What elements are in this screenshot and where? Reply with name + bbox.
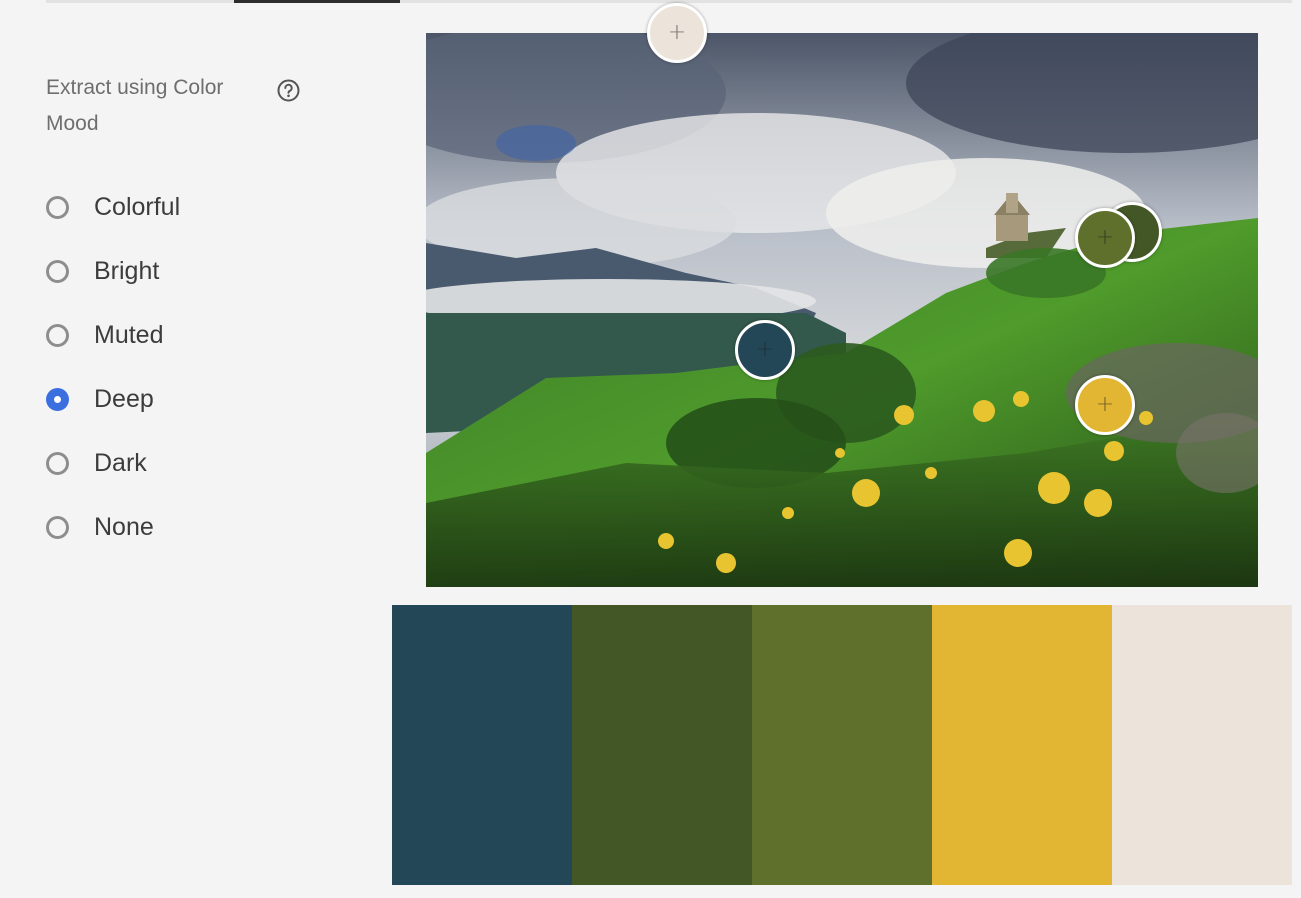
mood-option-dark[interactable]: Dark	[46, 431, 180, 495]
plus-icon: +	[667, 20, 687, 45]
color-picker-handle-yellow[interactable]: +	[1075, 375, 1135, 435]
tab-bar	[46, 0, 1292, 3]
mood-label: Dark	[94, 448, 147, 477]
color-mood-heading: Extract using Color Mood	[46, 76, 224, 135]
mood-option-deep[interactable]: Deep	[46, 367, 180, 431]
radio-button[interactable]	[46, 451, 69, 475]
plus-icon: +	[1095, 392, 1115, 417]
mood-label: Muted	[94, 320, 164, 349]
radio-button[interactable]	[46, 323, 69, 347]
swatch-olive[interactable]	[752, 605, 932, 885]
mood-option-bright[interactable]: Bright	[46, 239, 180, 303]
question-circle-icon[interactable]	[277, 79, 300, 102]
color-mood-radio-group: Colorful Bright Muted Deep Dark None	[46, 175, 180, 559]
color-picker-handle-beige[interactable]: +	[647, 3, 707, 63]
plus-icon: +	[1095, 225, 1115, 250]
color-picker-handle-olive[interactable]: +	[1075, 208, 1135, 268]
color-palette	[392, 605, 1292, 885]
mood-label: Bright	[94, 256, 160, 285]
mood-option-none[interactable]: None	[46, 495, 180, 559]
swatch-navy[interactable]	[392, 605, 572, 885]
source-photo[interactable]	[426, 33, 1258, 587]
swatch-yellow[interactable]	[932, 605, 1112, 885]
radio-button-selected[interactable]	[46, 387, 69, 411]
radio-button[interactable]	[46, 195, 69, 219]
radio-button[interactable]	[46, 259, 69, 283]
mood-option-muted[interactable]: Muted	[46, 303, 180, 367]
radio-button[interactable]	[46, 515, 69, 539]
tab-active-indicator[interactable]	[234, 0, 400, 3]
swatch-dark-olive[interactable]	[572, 605, 752, 885]
color-picker-handle-navy[interactable]: +	[735, 320, 795, 380]
mood-label: Deep	[94, 384, 154, 413]
plus-icon: +	[755, 337, 775, 362]
landscape-photo	[426, 33, 1258, 587]
mood-option-colorful[interactable]: Colorful	[46, 175, 180, 239]
mood-label: Colorful	[94, 192, 181, 221]
swatch-beige[interactable]	[1112, 605, 1292, 885]
mood-label: None	[94, 512, 154, 541]
